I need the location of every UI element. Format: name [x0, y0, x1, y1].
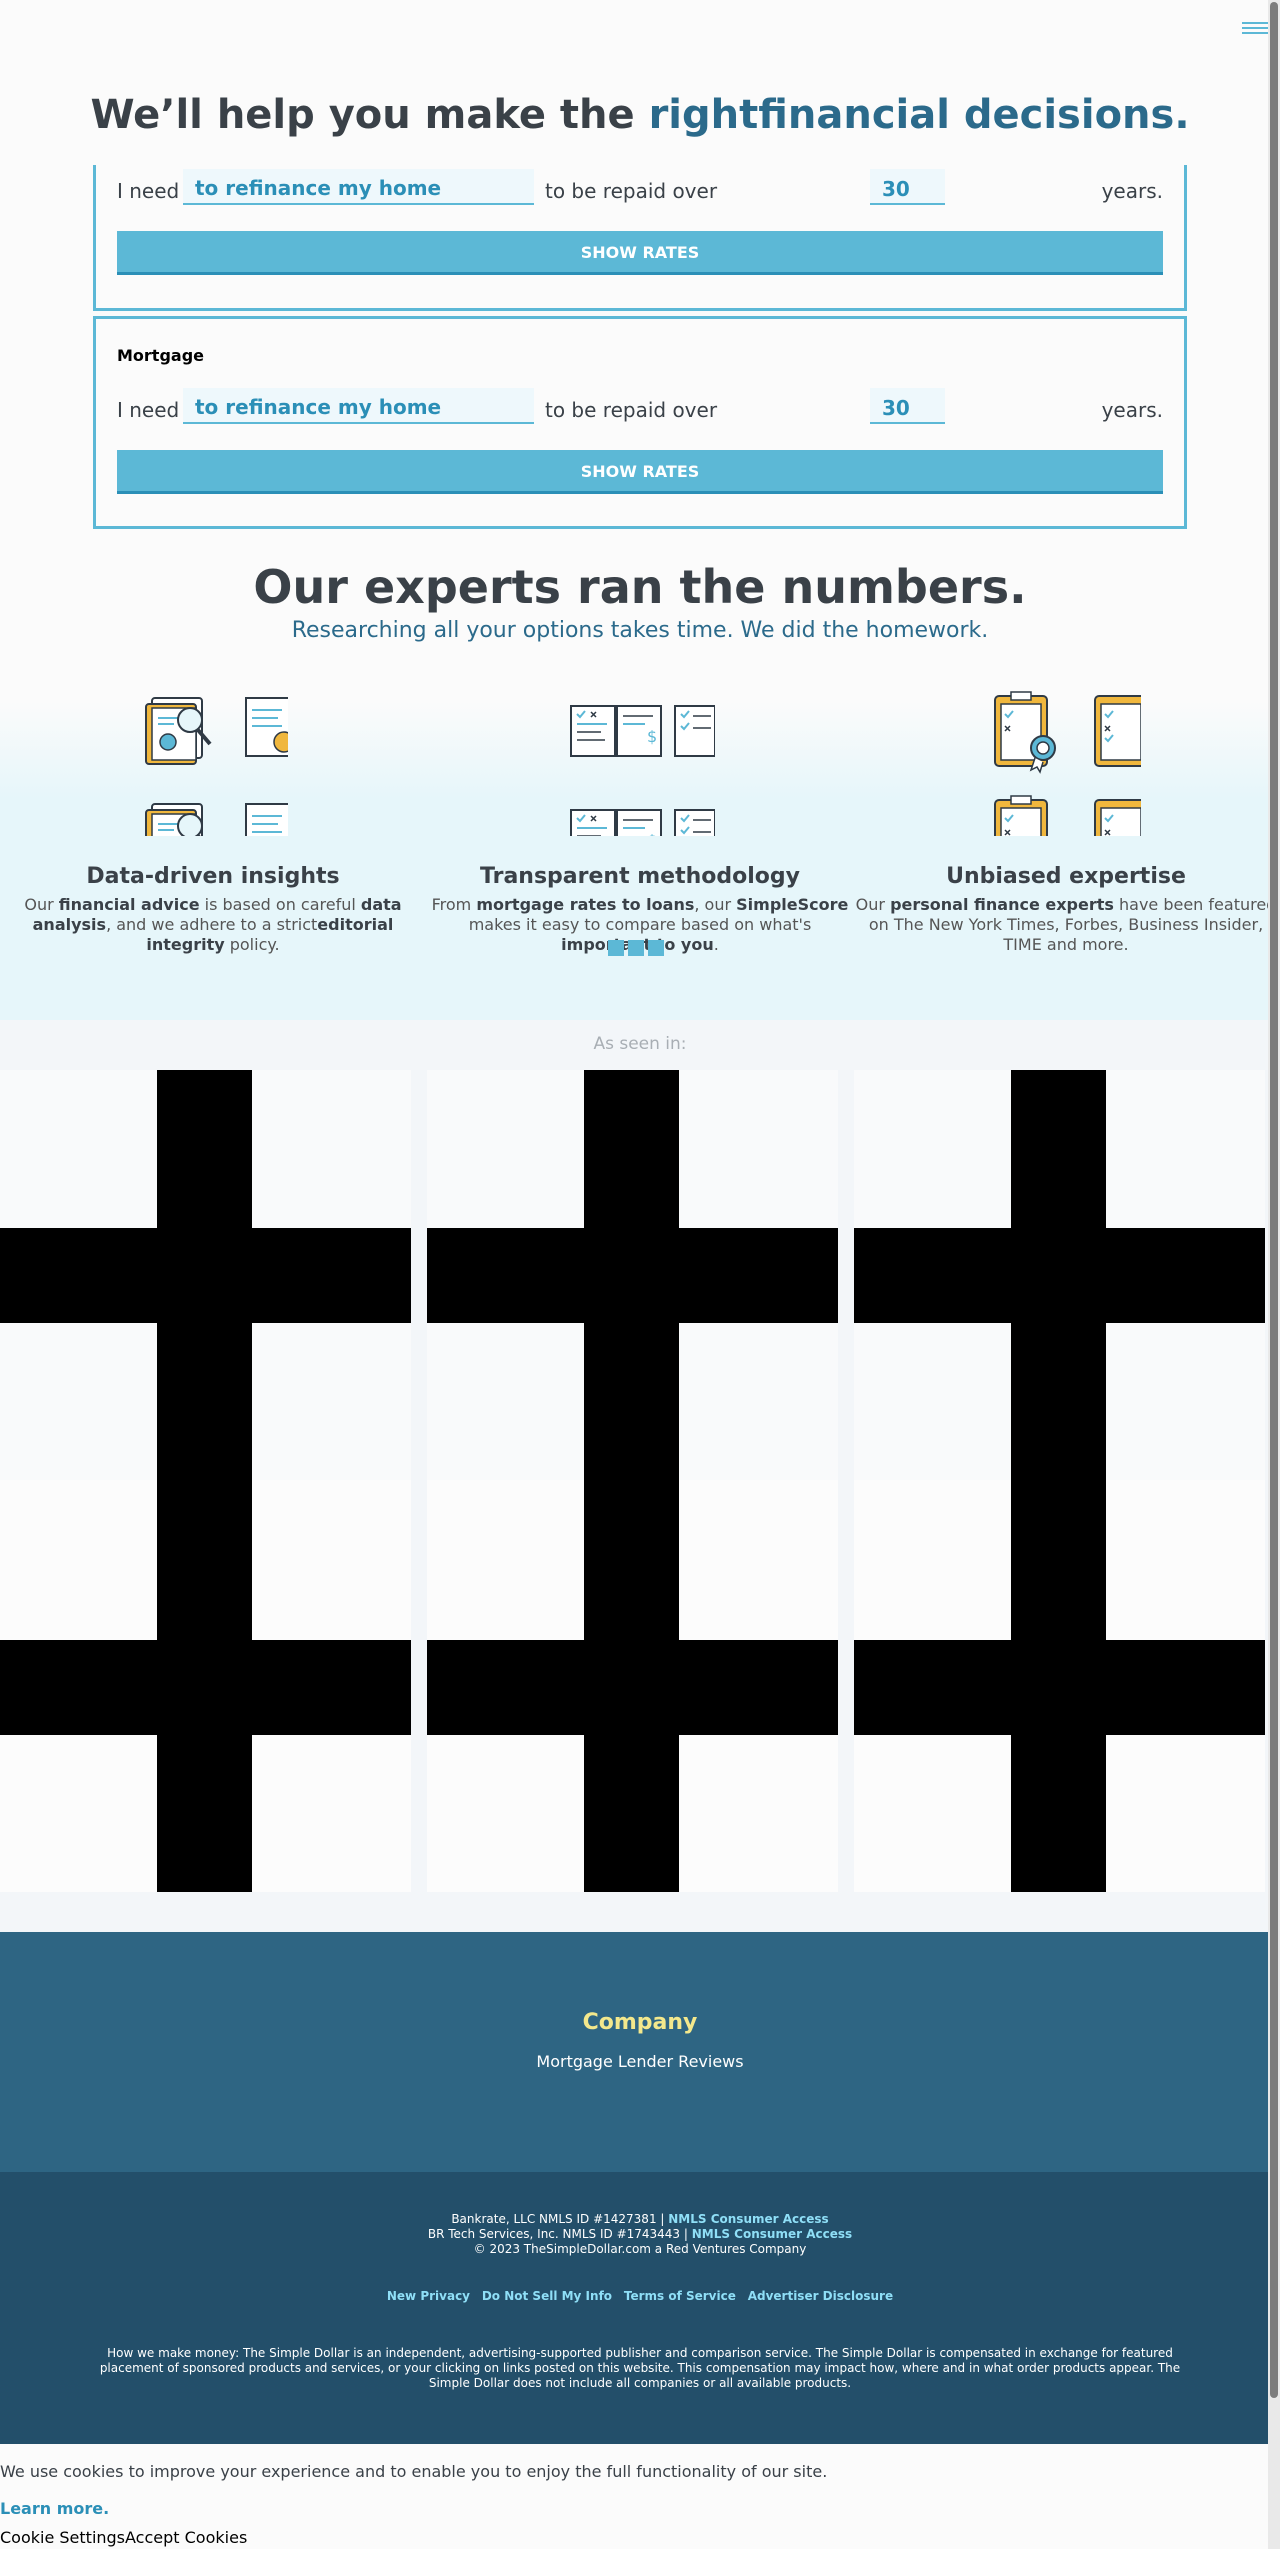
footer-link-privacy[interactable]: New Privacy [387, 2289, 470, 2303]
loan-term-input[interactable]: 30 [870, 169, 945, 205]
feature-description: Our personal finance experts have been f… [855, 895, 1277, 954]
rate-calculator-1: I need to refinance my home to be repaid… [93, 165, 1187, 311]
footer-link-terms[interactable]: Terms of Service [624, 2289, 736, 2303]
calculator-middle-text: to be repaid over [545, 398, 718, 422]
feature-description: Our financial advice is based on careful… [24, 895, 402, 954]
how-we-make-money: How we make money: The Simple Dollar is … [99, 2346, 1181, 2390]
hero-title: We’ll help you make the rightfinancial d… [0, 92, 1280, 138]
nmls-link[interactable]: NMLS Consumer Access [692, 2227, 852, 2241]
experts-section: Our experts ran the numbers. Researching… [0, 530, 1280, 1020]
footer-legal: Bankrate, LLC NMLS ID #1427381 | NMLS Co… [0, 2172, 1280, 2444]
calculator-suffix: years. [1101, 179, 1163, 203]
license-info: Bankrate, LLC NMLS ID #1427381 | NMLS Co… [0, 2212, 1280, 2257]
calculator-suffix: years. [1101, 398, 1163, 422]
calculator-row: I need to refinance my home to be repaid… [117, 388, 1163, 428]
clipboard-award-icon [991, 690, 1141, 836]
loan-term-input[interactable]: 30 [870, 388, 945, 424]
hamburger-menu-icon[interactable] [1242, 22, 1268, 36]
cookie-banner: We use cookies to improve your experienc… [0, 2444, 1280, 2549]
show-rates-button[interactable]: SHOW RATES [117, 231, 1163, 275]
cookie-learn-more-link[interactable]: Learn more. [0, 2499, 109, 2518]
magnifier-chart-icon [138, 690, 288, 836]
press-logo-placeholder [427, 1070, 838, 1892]
carousel-dot[interactable] [628, 940, 644, 956]
scrollbar-thumb[interactable] [1270, 2, 1278, 2398]
feature-title: Transparent methodology [480, 864, 800, 889]
calculator-form-icon: $ [565, 690, 715, 836]
calculator-middle-text: to be repaid over [545, 179, 718, 203]
press-logo-placeholder [854, 1070, 1265, 1892]
carousel-dot[interactable] [608, 940, 624, 956]
loan-purpose-select[interactable]: to refinance my home [183, 169, 534, 205]
footer-link-mortgage-lender-reviews[interactable]: Mortgage Lender Reviews [0, 2052, 1280, 2071]
svg-text:$: $ [647, 727, 657, 746]
calculator-prefix: I need [117, 398, 180, 422]
show-rates-button[interactable]: SHOW RATES [117, 450, 1163, 494]
hero-title-lead: We’ll help you make the [90, 92, 649, 138]
carousel-dots [608, 940, 672, 956]
nmls-link[interactable]: NMLS Consumer Access [668, 2212, 828, 2226]
calculator-prefix: I need [117, 179, 180, 203]
feature-transparent: $ Transparent methodology From mortgage … [427, 690, 853, 955]
rate-calculator-2: Mortgage I need to refinance my home to … [93, 316, 1187, 529]
as-seen-in-section: As seen in: [0, 1020, 1280, 1932]
footer-link-advertiser-disclosure[interactable]: Advertiser Disclosure [748, 2289, 893, 2303]
cookie-settings-button[interactable]: Cookie Settings [0, 2528, 125, 2547]
footer-link-do-not-sell[interactable]: Do Not Sell My Info [482, 2289, 612, 2303]
carousel-dot[interactable] [648, 940, 664, 956]
loan-purpose-select[interactable]: to refinance my home [183, 388, 534, 424]
footer-links: New Privacy Do Not Sell My Info Terms of… [0, 2289, 1280, 2303]
as-seen-in-label: As seen in: [593, 1034, 687, 1054]
experts-title: Our experts ran the numbers. [253, 560, 1027, 614]
experts-subtitle: Researching all your options takes time.… [291, 618, 989, 643]
press-logo-placeholder [0, 1070, 411, 1892]
accept-cookies-button[interactable]: Accept Cookies [125, 2528, 247, 2547]
copyright: © 2023 TheSimpleDollar.com a Red Venture… [473, 2242, 807, 2256]
feature-title: Data-driven insights [86, 864, 340, 889]
cookie-buttons: Cookie SettingsAccept Cookies [0, 2528, 247, 2547]
feature-unbiased: Unbiased expertise Our personal finance … [853, 690, 1279, 955]
feature-data-driven: Data-driven insights Our financial advic… [0, 690, 426, 955]
feature-title: Unbiased expertise [946, 864, 1186, 889]
scrollbar[interactable] [1268, 0, 1280, 2549]
calculator-label: Mortgage [117, 346, 205, 365]
calculator-row: I need to refinance my home to be repaid… [117, 169, 1163, 209]
footer-heading: Company [582, 2010, 698, 2035]
cookie-message: We use cookies to improve your experienc… [0, 2462, 828, 2481]
footer-company: Company Mortgage Lender Reviews [0, 1932, 1280, 2172]
hero-title-accent: rightfinancial decisions. [648, 92, 1190, 138]
